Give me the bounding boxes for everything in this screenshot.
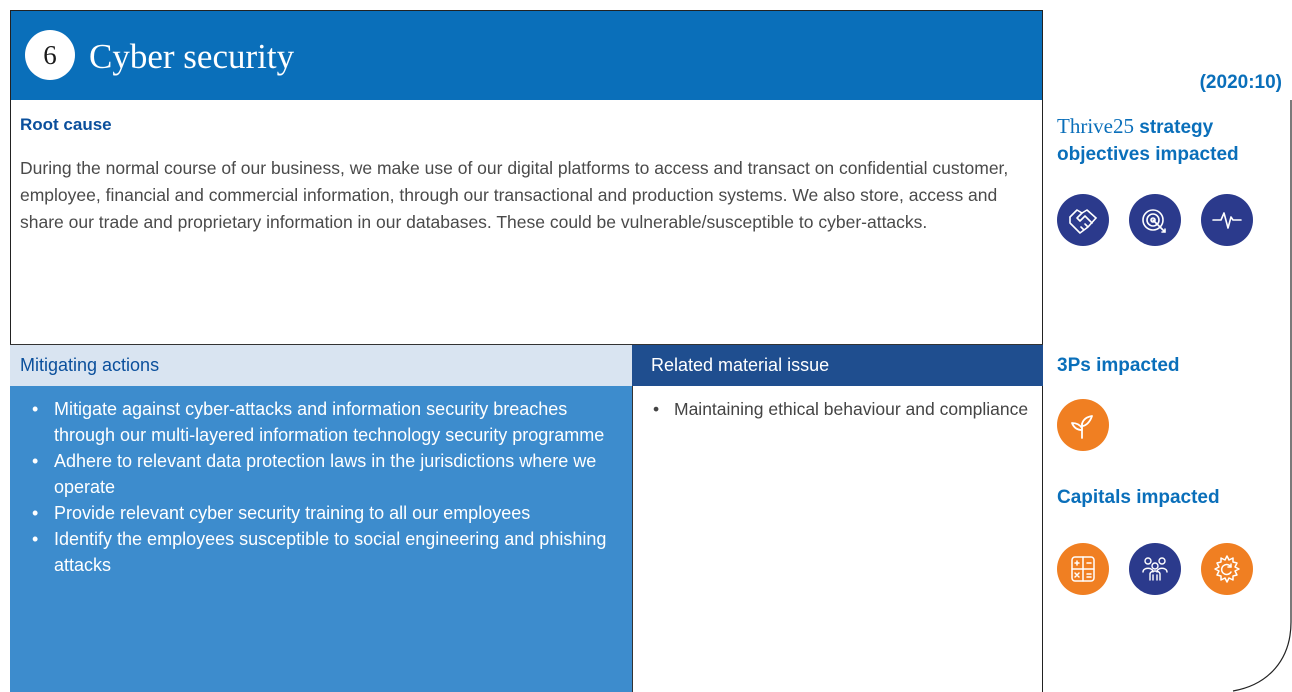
page-header: 6 Cyber security xyxy=(10,10,1043,100)
risk-code: (2020:10) xyxy=(1199,72,1282,93)
root-cause-heading: Root cause xyxy=(20,115,112,134)
risk-number-badge: 6 xyxy=(25,30,75,80)
list-item: Provide relevant cyber security training… xyxy=(32,500,616,526)
list-item: Adhere to relevant data protection laws … xyxy=(32,448,616,500)
related-issue-list: Maintaining ethical behaviour and compli… xyxy=(632,386,1043,692)
list-item: Identify the employees susceptible to so… xyxy=(32,526,616,578)
list-item: Maintaining ethical behaviour and compli… xyxy=(653,396,1029,422)
root-cause-text: During the normal course of our business… xyxy=(20,158,1009,232)
page-title: Cyber security xyxy=(89,37,295,76)
mitigating-actions-list: Mitigate against cyber-attacks and infor… xyxy=(10,386,632,692)
related-issue-label: Related material issue xyxy=(651,355,830,375)
related-issue-heading: Related material issue xyxy=(632,345,1043,386)
mitigating-actions-label: Mitigating actions xyxy=(20,355,160,375)
page-corner-curve xyxy=(1232,100,1292,692)
mitigating-actions-heading: Mitigating actions xyxy=(10,345,632,386)
list-item: Mitigate against cyber-attacks and infor… xyxy=(32,396,616,448)
